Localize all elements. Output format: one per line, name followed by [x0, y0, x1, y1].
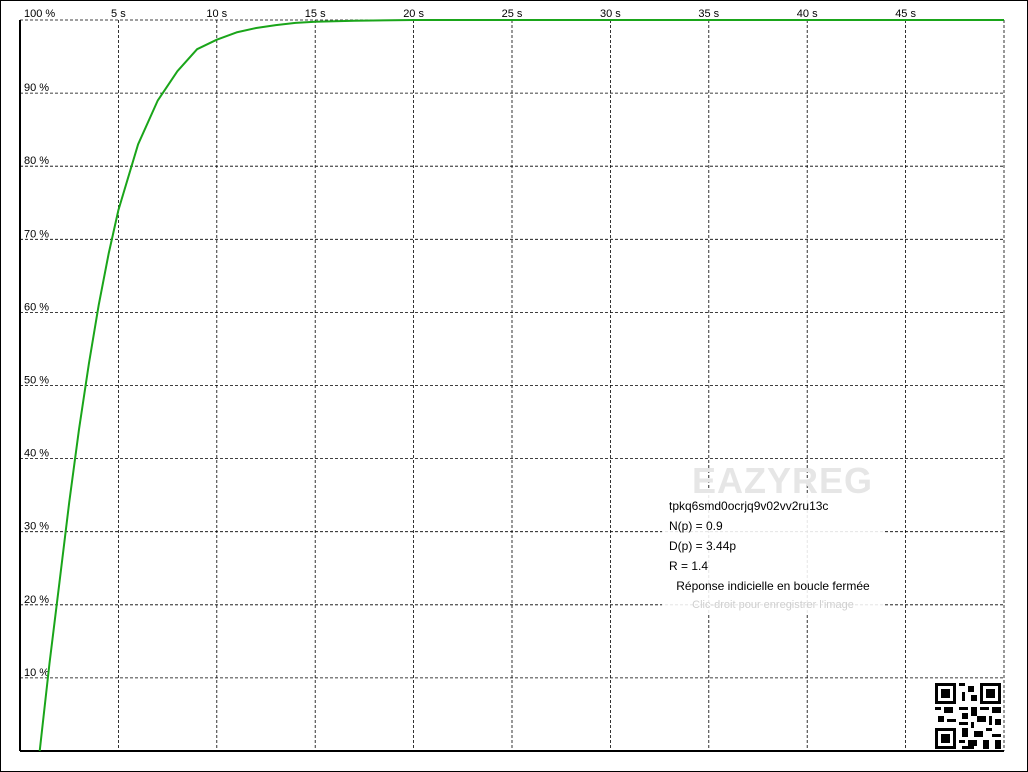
x-tick-label: 40 s	[797, 8, 818, 20]
watermark: EAZYREG	[692, 460, 874, 501]
numerator-label: N(p) = 0.9	[669, 519, 723, 533]
y-tick-label: 100 %	[24, 8, 55, 20]
y-tick-label: 20 %	[24, 594, 49, 606]
y-tick-label: 10 %	[24, 667, 49, 679]
x-tick-label: 10 s	[206, 8, 227, 20]
y-tick-label: 60 %	[24, 301, 49, 313]
x-tick-label: 20 s	[403, 8, 424, 20]
transfer-id: tpkq6smd0ocrjq9v02vv2ru13c	[669, 499, 829, 513]
y-tick-label: 80 %	[24, 155, 49, 167]
x-tick-label: 45 s	[895, 8, 916, 20]
info-panel	[662, 495, 884, 615]
denominator-label: D(p) = 3.44p	[669, 539, 737, 553]
step-response-chart: 5 s 10 s 15 s 20 s 25 s 30 s 35 s 40 s 45 s 10 % 2…	[19, 8, 1005, 752]
y-tick-label: 90 %	[24, 82, 49, 94]
grid	[20, 19, 1005, 751]
y-tick-label: 70 %	[24, 228, 49, 240]
save-hint: Clic-droit pour enregistrer l'image	[692, 599, 854, 611]
y-tick-label: 50 %	[24, 375, 49, 387]
chart-caption: Réponse indicielle en boucle fermée	[676, 579, 870, 593]
y-tick-label: 40 %	[24, 448, 49, 460]
x-tick-label: 35 s	[698, 8, 719, 20]
gain-label: R = 1.4	[669, 559, 709, 573]
x-tick-label: 25 s	[502, 8, 523, 20]
x-tick-label: 5 s	[111, 8, 126, 20]
y-tick-label: 30 %	[24, 521, 49, 533]
x-tick-label: 30 s	[600, 8, 621, 20]
qr-code-icon[interactable]	[935, 683, 1001, 749]
x-tick-label: 15 s	[305, 8, 326, 20]
